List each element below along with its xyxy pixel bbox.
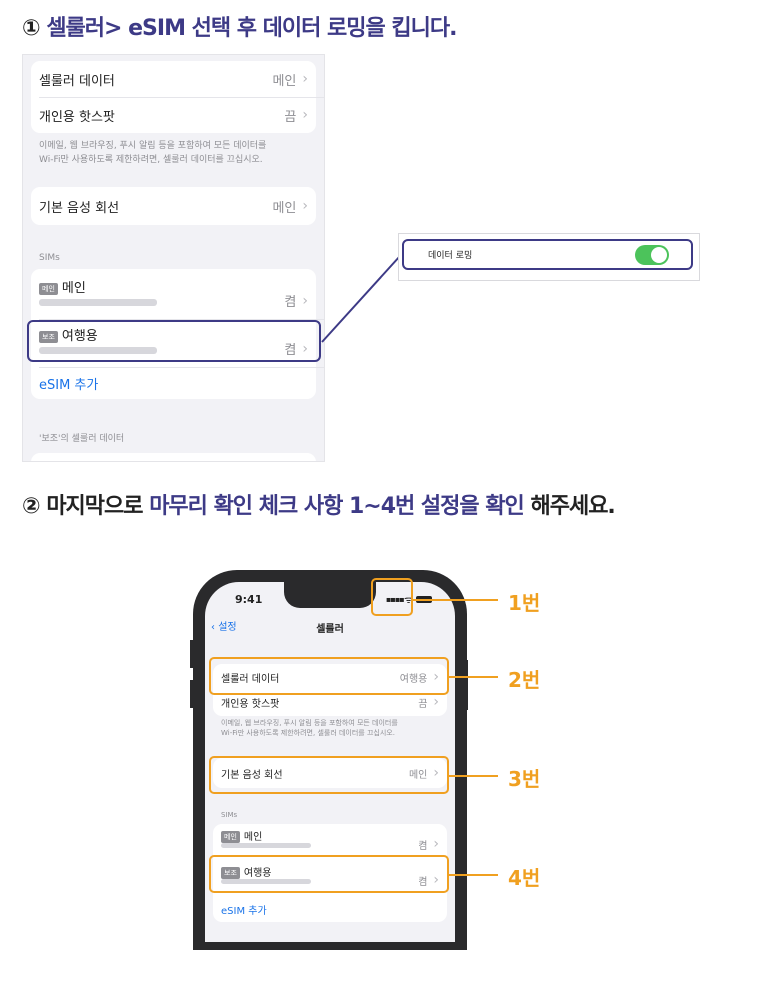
sim-travel-highlight (27, 320, 321, 362)
sim-main-value: 켬 (284, 295, 297, 310)
step1-text: 셀룰러> eSIM 선택 후 데이터 로밍을 킵니다. (46, 16, 457, 41)
data-roaming-row: 데이터 로밍 (402, 239, 693, 270)
step2-heading: ② 마지막으로 마무리 확인 체크 사항 1~4번 설정을 확인 해주세요. (22, 488, 616, 520)
cellular-settings-screenshot: 셀룰러 데이터 메인 › 개인용 핫스팟 끔 › 이메일, 웹 브라우징, 푸시 알… (22, 54, 325, 462)
cellular-data-highlight (209, 657, 449, 695)
add-esim-label: eSIM 추가 (39, 377, 99, 393)
add-esim-link[interactable]: eSIM 추가 (31, 367, 316, 399)
data-roaming-label: 데이터 로밍 (428, 251, 473, 261)
cellular-footnote: 이메일, 웹 브라우징, 푸시 알림 등을 포함하여 모든 데이터를 Wi-Fi… (221, 718, 441, 738)
step2-post: 해주세요. (530, 494, 615, 519)
status-bar-highlight (371, 578, 413, 616)
redacted-phone-number (39, 299, 157, 306)
voice-line-value: 메인 (272, 200, 297, 216)
hotspot-value: 끔 (418, 698, 428, 710)
sim-main-label: 메인 (61, 281, 86, 296)
phone-notch (284, 582, 376, 608)
cellular-footnote: 이메일, 웹 브라우징, 푸시 알림 등을 포함하여 모든 데이터를 Wi-Fi… (39, 139, 310, 167)
nav-title: 셀룰러 (316, 624, 344, 635)
chevron-right-icon: › (302, 198, 308, 214)
cellular-data-label: 셀룰러 데이터 (39, 73, 115, 89)
footnote-line-1: 이메일, 웹 브라우징, 푸시 알림 등을 포함하여 모든 데이터를 (221, 719, 398, 727)
step1-number: ① (22, 16, 41, 41)
data-roaming-panel: 데이터 로밍 (398, 233, 700, 281)
voice-line-row[interactable]: 기본 음성 회선 메인 › (31, 188, 316, 224)
status-time: 9:41 (235, 593, 263, 606)
footnote-line-2: Wi-Fi만 사용하도록 제한하려면, 셀룰러 데이터를 끄십시오. (39, 155, 263, 165)
callout-2: 2번 (508, 668, 541, 692)
sim-main-row[interactable]: 메인 메인 켬 › (31, 273, 316, 317)
callout-line (449, 775, 498, 777)
sim-main-label: 메인 (243, 832, 263, 843)
sim-main-value: 켬 (418, 840, 428, 852)
voice-line-label: 기본 음성 회선 (39, 200, 120, 216)
sim-travel-highlight (209, 855, 449, 893)
chevron-right-icon: › (433, 694, 439, 710)
chevron-right-icon: › (302, 107, 308, 123)
hotspot-value: 끔 (284, 109, 297, 125)
chevron-right-icon: › (302, 71, 308, 87)
callout-line (449, 676, 498, 678)
data-roaming-toggle[interactable] (635, 244, 669, 265)
hotspot-label: 개인용 핫스팟 (221, 698, 280, 710)
step2-number: ② (22, 494, 41, 519)
callout-4: 4번 (508, 866, 541, 890)
cellular-data-value: 메인 (272, 73, 297, 89)
sims-header: SIMs (221, 811, 238, 819)
cellular-data-row[interactable]: 셀룰러 데이터 메인 › (31, 61, 316, 97)
footnote-line-1: 이메일, 웹 브라우징, 푸시 알림 등을 포함하여 모든 데이터를 (39, 141, 267, 151)
chevron-right-icon: › (433, 836, 439, 852)
callout-line (449, 874, 498, 876)
secondary-data-header: '보조'의 셀룰러 데이터 (39, 434, 125, 444)
hotspot-label: 개인용 핫스팟 (39, 109, 115, 125)
add-esim-label: eSIM 추가 (221, 905, 267, 917)
step2-highlight: 마무리 확인 체크 사항 1~4번 설정을 확인 (149, 494, 525, 519)
callout-3: 3번 (508, 767, 541, 791)
step2-pre: 마지막으로 (46, 494, 143, 519)
chevron-right-icon: › (302, 292, 308, 309)
callout-1: 1번 (508, 591, 541, 615)
secondary-card (31, 453, 316, 461)
sim-badge: 메인 (221, 831, 240, 843)
add-esim-link[interactable]: eSIM 추가 (213, 898, 447, 920)
redacted-phone-number (221, 843, 311, 848)
sims-header: SIMs (39, 253, 60, 263)
footnote-line-2: Wi-Fi만 사용하도록 제한하려면, 셀룰러 데이터를 끄십시오. (221, 729, 395, 737)
step1-heading: ① 셀룰러> eSIM 선택 후 데이터 로밍을 킵니다. (22, 10, 458, 42)
voice-line-highlight (209, 756, 449, 794)
sim-main-row[interactable]: 메인 메인 켬 › (213, 826, 447, 856)
callout-line (413, 599, 498, 601)
hotspot-row[interactable]: 개인용 핫스팟 끔 › (31, 97, 316, 133)
sim-badge: 메인 (39, 282, 58, 295)
connector-line (321, 255, 401, 343)
